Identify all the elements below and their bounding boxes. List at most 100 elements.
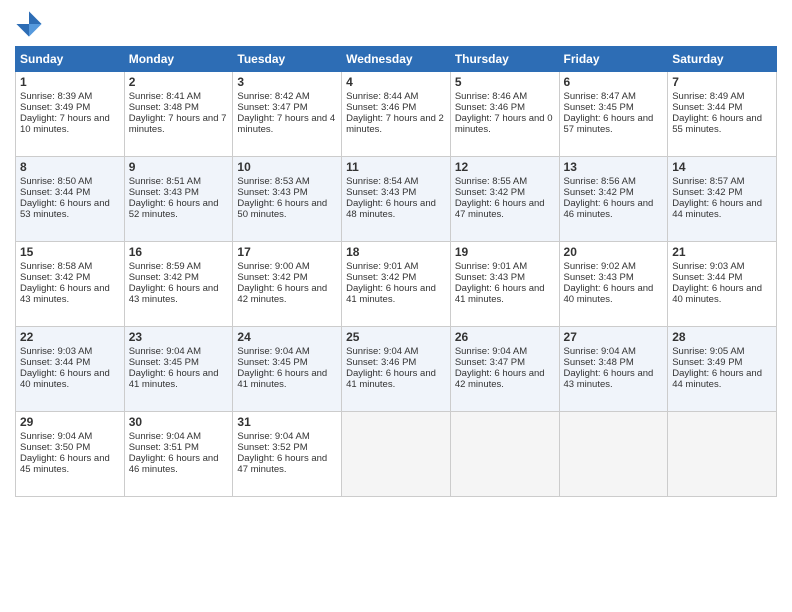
daylight: Daylight: 6 hours and 43 minutes.: [20, 283, 110, 305]
col-header-sunday: Sunday: [16, 47, 125, 72]
sunset: Sunset: 3:42 PM: [346, 272, 416, 283]
week-row-5: 29 Sunrise: 9:04 AMSunset: 3:50 PMDayligh…: [16, 412, 777, 497]
col-header-monday: Monday: [124, 47, 233, 72]
day-number: 14: [672, 160, 772, 174]
sunrise: Sunrise: 8:51 AM: [129, 176, 201, 187]
day-cell: 10Sunrise: 8:53 AMSunset: 3:43 PMDayligh…: [233, 157, 342, 242]
daylight: Daylight: 6 hours and 42 minutes.: [237, 283, 327, 305]
day-cell: 2Sunrise: 8:41 AMSunset: 3:48 PMDaylight…: [124, 72, 233, 157]
col-header-friday: Friday: [559, 47, 668, 72]
daylight: Daylight: 6 hours and 40 minutes.: [20, 368, 110, 390]
sunrise: Sunrise: 8:55 AM: [455, 176, 527, 187]
sunrise: Sunrise: 8:50 AM: [20, 176, 92, 187]
sunset: Sunset: 3:45 PM: [564, 102, 634, 113]
week-row-3: 15Sunrise: 8:58 AMSunset: 3:42 PMDayligh…: [16, 242, 777, 327]
daylight: Daylight: 6 hours and 44 minutes.: [672, 198, 762, 220]
day-number: 22: [20, 330, 120, 344]
sunset: Sunset: 3:46 PM: [346, 357, 416, 368]
sunset: Sunset: 3:51 PM: [129, 442, 199, 453]
day-cell: 14 Sunrise: 8:57 AMSunset: 3:42 PMDayligh…: [668, 157, 777, 242]
logo-icon: [15, 10, 43, 38]
header-row: SundayMondayTuesdayWednesdayThursdayFrid…: [16, 47, 777, 72]
day-number: 24: [237, 330, 337, 344]
daylight: Daylight: 6 hours and 40 minutes.: [564, 283, 654, 305]
sunrise: Sunrise: 8:53 AM: [237, 176, 309, 187]
day-number: 6: [564, 75, 664, 89]
daylight: Daylight: 6 hours and 45 minutes.: [20, 453, 110, 475]
daylight: Daylight: 6 hours and 55 minutes.: [672, 113, 762, 135]
day-cell: 31Sunrise: 9:04 AMSunset: 3:52 PMDayligh…: [233, 412, 342, 497]
day-cell: 6Sunrise: 8:47 AMSunset: 3:45 PMDaylight…: [559, 72, 668, 157]
daylight: Daylight: 6 hours and 47 minutes.: [455, 198, 545, 220]
day-number: 29: [20, 415, 120, 429]
day-cell: 22Sunrise: 9:03 AMSunset: 3:44 PMDayligh…: [16, 327, 125, 412]
sunset: Sunset: 3:42 PM: [672, 187, 742, 198]
sunrise: Sunrise: 8:56 AM: [564, 176, 636, 187]
day-cell: 21Sunrise: 9:03 AMSunset: 3:44 PMDayligh…: [668, 242, 777, 327]
day-cell: 17Sunrise: 9:00 AMSunset: 3:42 PMDayligh…: [233, 242, 342, 327]
logo: [15, 10, 47, 38]
sunrise: Sunrise: 8:39 AM: [20, 91, 92, 102]
day-cell: 18Sunrise: 9:01 AMSunset: 3:42 PMDayligh…: [342, 242, 451, 327]
day-number: 19: [455, 245, 555, 259]
day-cell: 13 Sunrise: 8:56 AMSunset: 3:42 PMDayligh…: [559, 157, 668, 242]
sunset: Sunset: 3:43 PM: [237, 187, 307, 198]
sunset: Sunset: 3:49 PM: [20, 102, 90, 113]
daylight: Daylight: 7 hours and 7 minutes.: [129, 113, 227, 135]
sunset: Sunset: 3:42 PM: [237, 272, 307, 283]
sunset: Sunset: 3:43 PM: [564, 272, 634, 283]
day-number: 2: [129, 75, 229, 89]
day-cell: 25Sunrise: 9:04 AMSunset: 3:46 PMDayligh…: [342, 327, 451, 412]
sunset: Sunset: 3:52 PM: [237, 442, 307, 453]
sunrise: Sunrise: 9:01 AM: [346, 261, 418, 272]
day-cell: 7Sunrise: 8:49 AMSunset: 3:44 PMDaylight…: [668, 72, 777, 157]
daylight: Daylight: 6 hours and 43 minutes.: [564, 368, 654, 390]
day-number: 23: [129, 330, 229, 344]
sunrise: Sunrise: 9:02 AM: [564, 261, 636, 272]
daylight: Daylight: 6 hours and 46 minutes.: [564, 198, 654, 220]
day-cell: 9Sunrise: 8:51 AMSunset: 3:43 PMDaylight…: [124, 157, 233, 242]
col-header-saturday: Saturday: [668, 47, 777, 72]
daylight: Daylight: 6 hours and 44 minutes.: [672, 368, 762, 390]
day-cell: 1Sunrise: 8:39 AMSunset: 3:49 PMDaylight…: [16, 72, 125, 157]
day-cell: 11Sunrise: 8:54 AMSunset: 3:43 PMDayligh…: [342, 157, 451, 242]
day-cell: 28Sunrise: 9:05 AMSunset: 3:49 PMDayligh…: [668, 327, 777, 412]
day-cell: [668, 412, 777, 497]
day-number: 13: [564, 160, 664, 174]
sunset: Sunset: 3:50 PM: [20, 442, 90, 453]
sunrise: Sunrise: 8:57 AM: [672, 176, 744, 187]
day-number: 21: [672, 245, 772, 259]
sunset: Sunset: 3:43 PM: [346, 187, 416, 198]
sunset: Sunset: 3:42 PM: [129, 272, 199, 283]
sunrise: Sunrise: 9:04 AM: [20, 431, 92, 442]
day-number: 7: [672, 75, 772, 89]
daylight: Daylight: 6 hours and 41 minutes.: [346, 283, 436, 305]
day-cell: 8Sunrise: 8:50 AMSunset: 3:44 PMDaylight…: [16, 157, 125, 242]
day-number: 9: [129, 160, 229, 174]
day-number: 17: [237, 245, 337, 259]
daylight: Daylight: 6 hours and 40 minutes.: [672, 283, 762, 305]
daylight: Daylight: 6 hours and 41 minutes.: [455, 283, 545, 305]
header: [15, 10, 777, 38]
sunset: Sunset: 3:44 PM: [672, 272, 742, 283]
sunrise: Sunrise: 9:04 AM: [564, 346, 636, 357]
day-number: 15: [20, 245, 120, 259]
day-number: 11: [346, 160, 446, 174]
sunset: Sunset: 3:49 PM: [672, 357, 742, 368]
day-cell: 12Sunrise: 8:55 AMSunset: 3:42 PMDayligh…: [450, 157, 559, 242]
day-number: 16: [129, 245, 229, 259]
sunrise: Sunrise: 9:05 AM: [672, 346, 744, 357]
sunrise: Sunrise: 9:04 AM: [455, 346, 527, 357]
sunset: Sunset: 3:42 PM: [564, 187, 634, 198]
day-number: 3: [237, 75, 337, 89]
daylight: Daylight: 6 hours and 41 minutes.: [346, 368, 436, 390]
daylight: Daylight: 6 hours and 48 minutes.: [346, 198, 436, 220]
sunrise: Sunrise: 8:47 AM: [564, 91, 636, 102]
sunrise: Sunrise: 8:41 AM: [129, 91, 201, 102]
sunrise: Sunrise: 8:42 AM: [237, 91, 309, 102]
day-cell: 27Sunrise: 9:04 AMSunset: 3:48 PMDayligh…: [559, 327, 668, 412]
day-cell: 19Sunrise: 9:01 AMSunset: 3:43 PMDayligh…: [450, 242, 559, 327]
col-header-thursday: Thursday: [450, 47, 559, 72]
day-number: 5: [455, 75, 555, 89]
daylight: Daylight: 7 hours and 0 minutes.: [455, 113, 553, 135]
